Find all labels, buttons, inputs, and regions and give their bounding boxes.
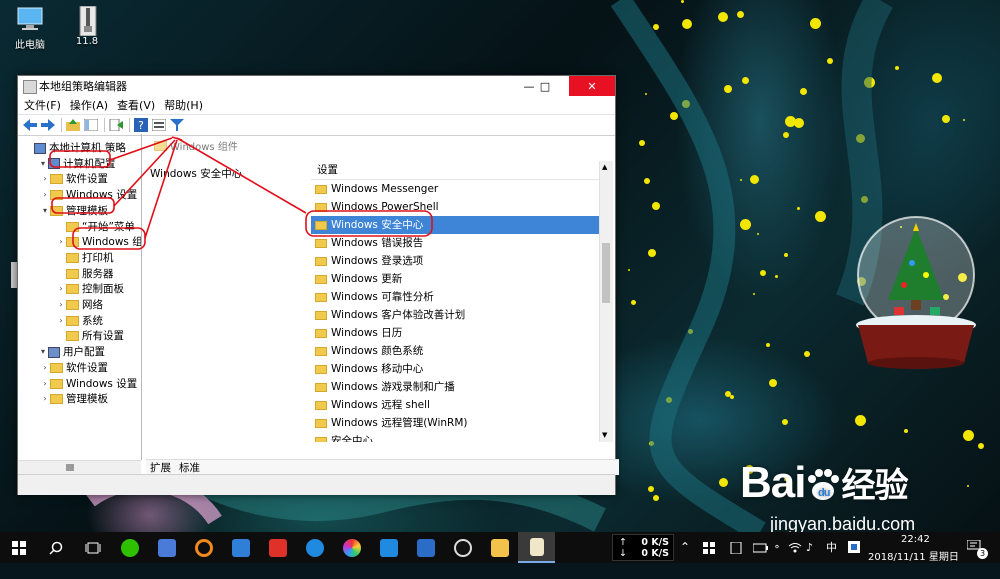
notification-count-badge: 3	[977, 548, 988, 559]
volume-icon[interactable]: ♪	[806, 532, 813, 563]
network-speed-widget: ↑ ↓ 0 K/S 0 K/S	[612, 534, 674, 561]
tray-tablet-icon[interactable]	[730, 541, 742, 573]
red-app-icon[interactable]	[259, 532, 296, 563]
upload-speed: 0 K/S	[641, 537, 669, 548]
ime-indicator[interactable]: 中	[826, 532, 837, 563]
clock-date[interactable]: 2018/11/11 星期日	[868, 548, 959, 579]
tray-grid-icon[interactable]	[703, 542, 715, 573]
edge-browser-icon[interactable]	[296, 532, 333, 563]
download-arrow-icon: ↓	[619, 548, 627, 559]
annotation-box-computer-config	[49, 150, 111, 168]
group-policy-taskbar-icon[interactable]	[518, 532, 555, 563]
wifi-icon[interactable]	[788, 541, 802, 572]
feather-app-icon[interactable]	[148, 532, 185, 563]
annotation-box-admin-templates	[51, 197, 115, 214]
battery-icon[interactable]	[752, 543, 769, 574]
calendar-app-icon[interactable]	[407, 532, 444, 563]
wechat-icon[interactable]	[111, 532, 148, 563]
download-speed: 0 K/S	[641, 548, 669, 559]
annotation-box-windows-components	[72, 227, 146, 250]
start-button[interactable]	[0, 532, 37, 563]
security-shield-icon[interactable]	[848, 541, 860, 572]
annotation-overlay	[49, 136, 433, 250]
power-plug-icon[interactable]: ⚬	[773, 532, 781, 563]
search-icon[interactable]	[37, 532, 74, 563]
file-explorer-icon[interactable]	[481, 532, 518, 563]
qq-icon[interactable]	[444, 532, 481, 563]
tray-chevron-icon[interactable]: ⌃	[680, 532, 690, 563]
headphones-app-icon[interactable]	[370, 532, 407, 563]
upload-arrow-icon: ↑	[619, 537, 627, 548]
annotation-box-security-center	[305, 210, 433, 237]
colorful-app-icon[interactable]	[333, 532, 370, 563]
orange-ring-app-icon[interactable]	[185, 532, 222, 563]
task-view-icon[interactable]	[74, 532, 111, 563]
blue-doc-app-icon[interactable]	[222, 532, 259, 563]
